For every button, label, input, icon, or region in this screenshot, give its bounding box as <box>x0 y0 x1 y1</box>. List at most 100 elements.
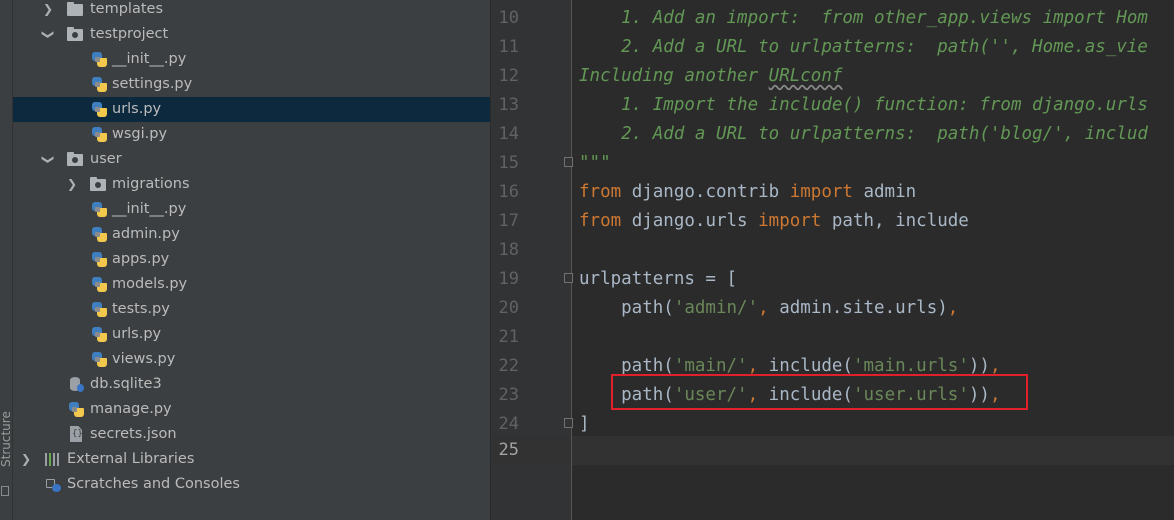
tree-item-label: settings.py <box>112 76 193 92</box>
tree-item-models-py[interactable]: models.py <box>13 272 490 297</box>
comma: , <box>989 356 1001 376</box>
structure-tab-label[interactable]: Structure <box>0 411 13 467</box>
code-text: admin.site.urls) <box>768 298 948 318</box>
docstring-typo-word: URLconf <box>768 66 843 86</box>
docstring-text: 1. Add an import: from other_app.views i… <box>579 8 1148 28</box>
folder-icon <box>90 177 106 191</box>
line-number: 17 <box>498 211 519 231</box>
tree-item-templates[interactable]: ❯ templates <box>13 0 490 22</box>
docstring-text: 1. Import the include() function: from d… <box>579 95 1148 115</box>
folder-icon <box>67 152 83 166</box>
python-file-icon <box>91 76 108 93</box>
code-line-16[interactable]: from django.contrib import admin <box>579 178 916 207</box>
scratches-icon <box>45 476 62 493</box>
tree-item-tests-py[interactable]: tests.py <box>13 297 490 322</box>
code-line-12[interactable]: Including another URLconf <box>579 62 842 91</box>
tree-item-label: secrets.json <box>90 426 177 442</box>
line-number: 22 <box>498 356 519 376</box>
code-text: urlpatterns = [ <box>579 269 738 289</box>
line-number: 20 <box>498 298 519 318</box>
fold-marker-icon[interactable] <box>564 418 573 428</box>
tree-item-label: __init__.py <box>112 51 187 67</box>
chevron-down-icon[interactable]: ❯ <box>36 29 61 41</box>
project-tree[interactable]: ❯ templates ❯ testproject __init__.py se… <box>13 0 490 520</box>
python-file-icon <box>91 326 108 343</box>
tree-item-label: migrations <box>112 176 190 192</box>
python-file-icon <box>91 351 108 368</box>
line-number: 14 <box>498 124 519 144</box>
tree-item-label: urls.py <box>112 101 162 117</box>
tree-item-label: user <box>90 151 122 167</box>
tree-item-label: External Libraries <box>67 451 195 467</box>
line-number: 16 <box>498 182 519 202</box>
code-line-24[interactable]: ] <box>579 410 590 439</box>
string-literal: 'admin/' <box>673 298 759 318</box>
keyword-import: import <box>758 211 822 231</box>
python-file-icon <box>91 51 108 68</box>
tree-item-settings-py[interactable]: settings.py <box>13 72 490 97</box>
database-file-icon <box>68 376 85 393</box>
string-literal: 'main/' <box>673 356 748 376</box>
docstring-text: 2. Add a URL to urlpatterns: path('', Ho… <box>579 37 1148 57</box>
tree-item-label: tests.py <box>112 301 170 317</box>
tree-item-scratches-and-consoles[interactable]: Scratches and Consoles <box>13 472 490 497</box>
code-line-10[interactable]: 1. Add an import: from other_app.views i… <box>579 4 1148 33</box>
gutter-divider <box>571 0 572 520</box>
tree-item-label: views.py <box>112 351 176 367</box>
comma: , <box>747 356 759 376</box>
code-line-14[interactable]: 2. Add a URL to urlpatterns: path('blog/… <box>579 120 1148 149</box>
tree-item-views-py[interactable]: views.py <box>13 347 490 372</box>
tree-item-apps-py[interactable]: apps.py <box>13 247 490 272</box>
chevron-down-icon[interactable]: ❯ <box>36 154 61 166</box>
python-file-icon <box>91 126 108 143</box>
tree-item-label: admin.py <box>112 226 180 242</box>
code-line-19[interactable]: urlpatterns = [ <box>579 265 737 294</box>
tree-item-label: db.sqlite3 <box>90 376 162 392</box>
line-number: 15 <box>498 153 519 173</box>
tree-item-label: apps.py <box>112 251 170 267</box>
tree-item-label: urls.py <box>112 326 162 342</box>
comma: , <box>758 298 769 318</box>
current-line-highlight <box>491 436 1174 465</box>
tree-item-external-libraries[interactable]: ❯ External Libraries <box>13 447 490 472</box>
chevron-right-icon[interactable]: ❯ <box>66 172 78 197</box>
tree-item-migrations[interactable]: ❯ migrations <box>13 172 490 197</box>
chevron-right-icon[interactable]: ❯ <box>20 447 32 472</box>
tree-item-wsgi-py[interactable]: wsgi.py <box>13 122 490 147</box>
python-file-icon <box>91 201 108 218</box>
tree-item-label: manage.py <box>90 401 172 417</box>
tree-item-label: wsgi.py <box>112 126 168 142</box>
keyword-from: from <box>579 211 622 231</box>
python-file-icon <box>91 101 108 118</box>
keyword-import: import <box>789 182 853 202</box>
tree-item-db-sqlite3[interactable]: db.sqlite3 <box>13 372 490 397</box>
docstring-text: 2. Add a URL to urlpatterns: path('blog/… <box>579 124 1148 144</box>
tree-item-init-py[interactable]: __init__.py <box>13 47 490 72</box>
tree-item-urls-py-selected[interactable]: urls.py <box>13 97 490 122</box>
code-line-15[interactable]: """ <box>579 149 611 178</box>
tree-item-admin-py[interactable]: admin.py <box>13 222 490 247</box>
docstring-close: """ <box>579 153 611 173</box>
code-line-17[interactable]: from django.urls import path, include <box>579 207 969 236</box>
code-line-13[interactable]: 1. Import the include() function: from d… <box>579 91 1148 120</box>
module-name: django.urls <box>621 211 759 231</box>
keyword-from: from <box>579 182 622 202</box>
tree-item-init-py[interactable]: __init__.py <box>13 197 490 222</box>
tree-item-urls-py[interactable]: urls.py <box>13 322 490 347</box>
fold-marker-icon[interactable] <box>564 157 573 167</box>
structure-tool-strip[interactable]: Structure <box>0 0 13 520</box>
fold-marker-icon[interactable] <box>564 273 573 283</box>
code-text: path( <box>579 298 674 318</box>
code-line-20[interactable]: path('admin/', admin.site.urls), <box>579 294 958 323</box>
chevron-right-icon[interactable]: ❯ <box>42 0 54 22</box>
folder-icon <box>67 27 83 41</box>
tree-item-manage-py[interactable]: manage.py <box>13 397 490 422</box>
tree-item-testproject[interactable]: ❯ testproject <box>13 22 490 47</box>
python-file-icon <box>91 251 108 268</box>
code-editor[interactable]: 10 11 12 13 14 15 16 17 18 19 20 21 22 2… <box>491 0 1174 520</box>
structure-icon <box>1 486 9 496</box>
code-line-11[interactable]: 2. Add a URL to urlpatterns: path('', Ho… <box>579 33 1148 62</box>
tree-item-user[interactable]: ❯ user <box>13 147 490 172</box>
line-number: 12 <box>498 66 519 86</box>
tree-item-secrets-json[interactable]: {} secrets.json <box>13 422 490 447</box>
